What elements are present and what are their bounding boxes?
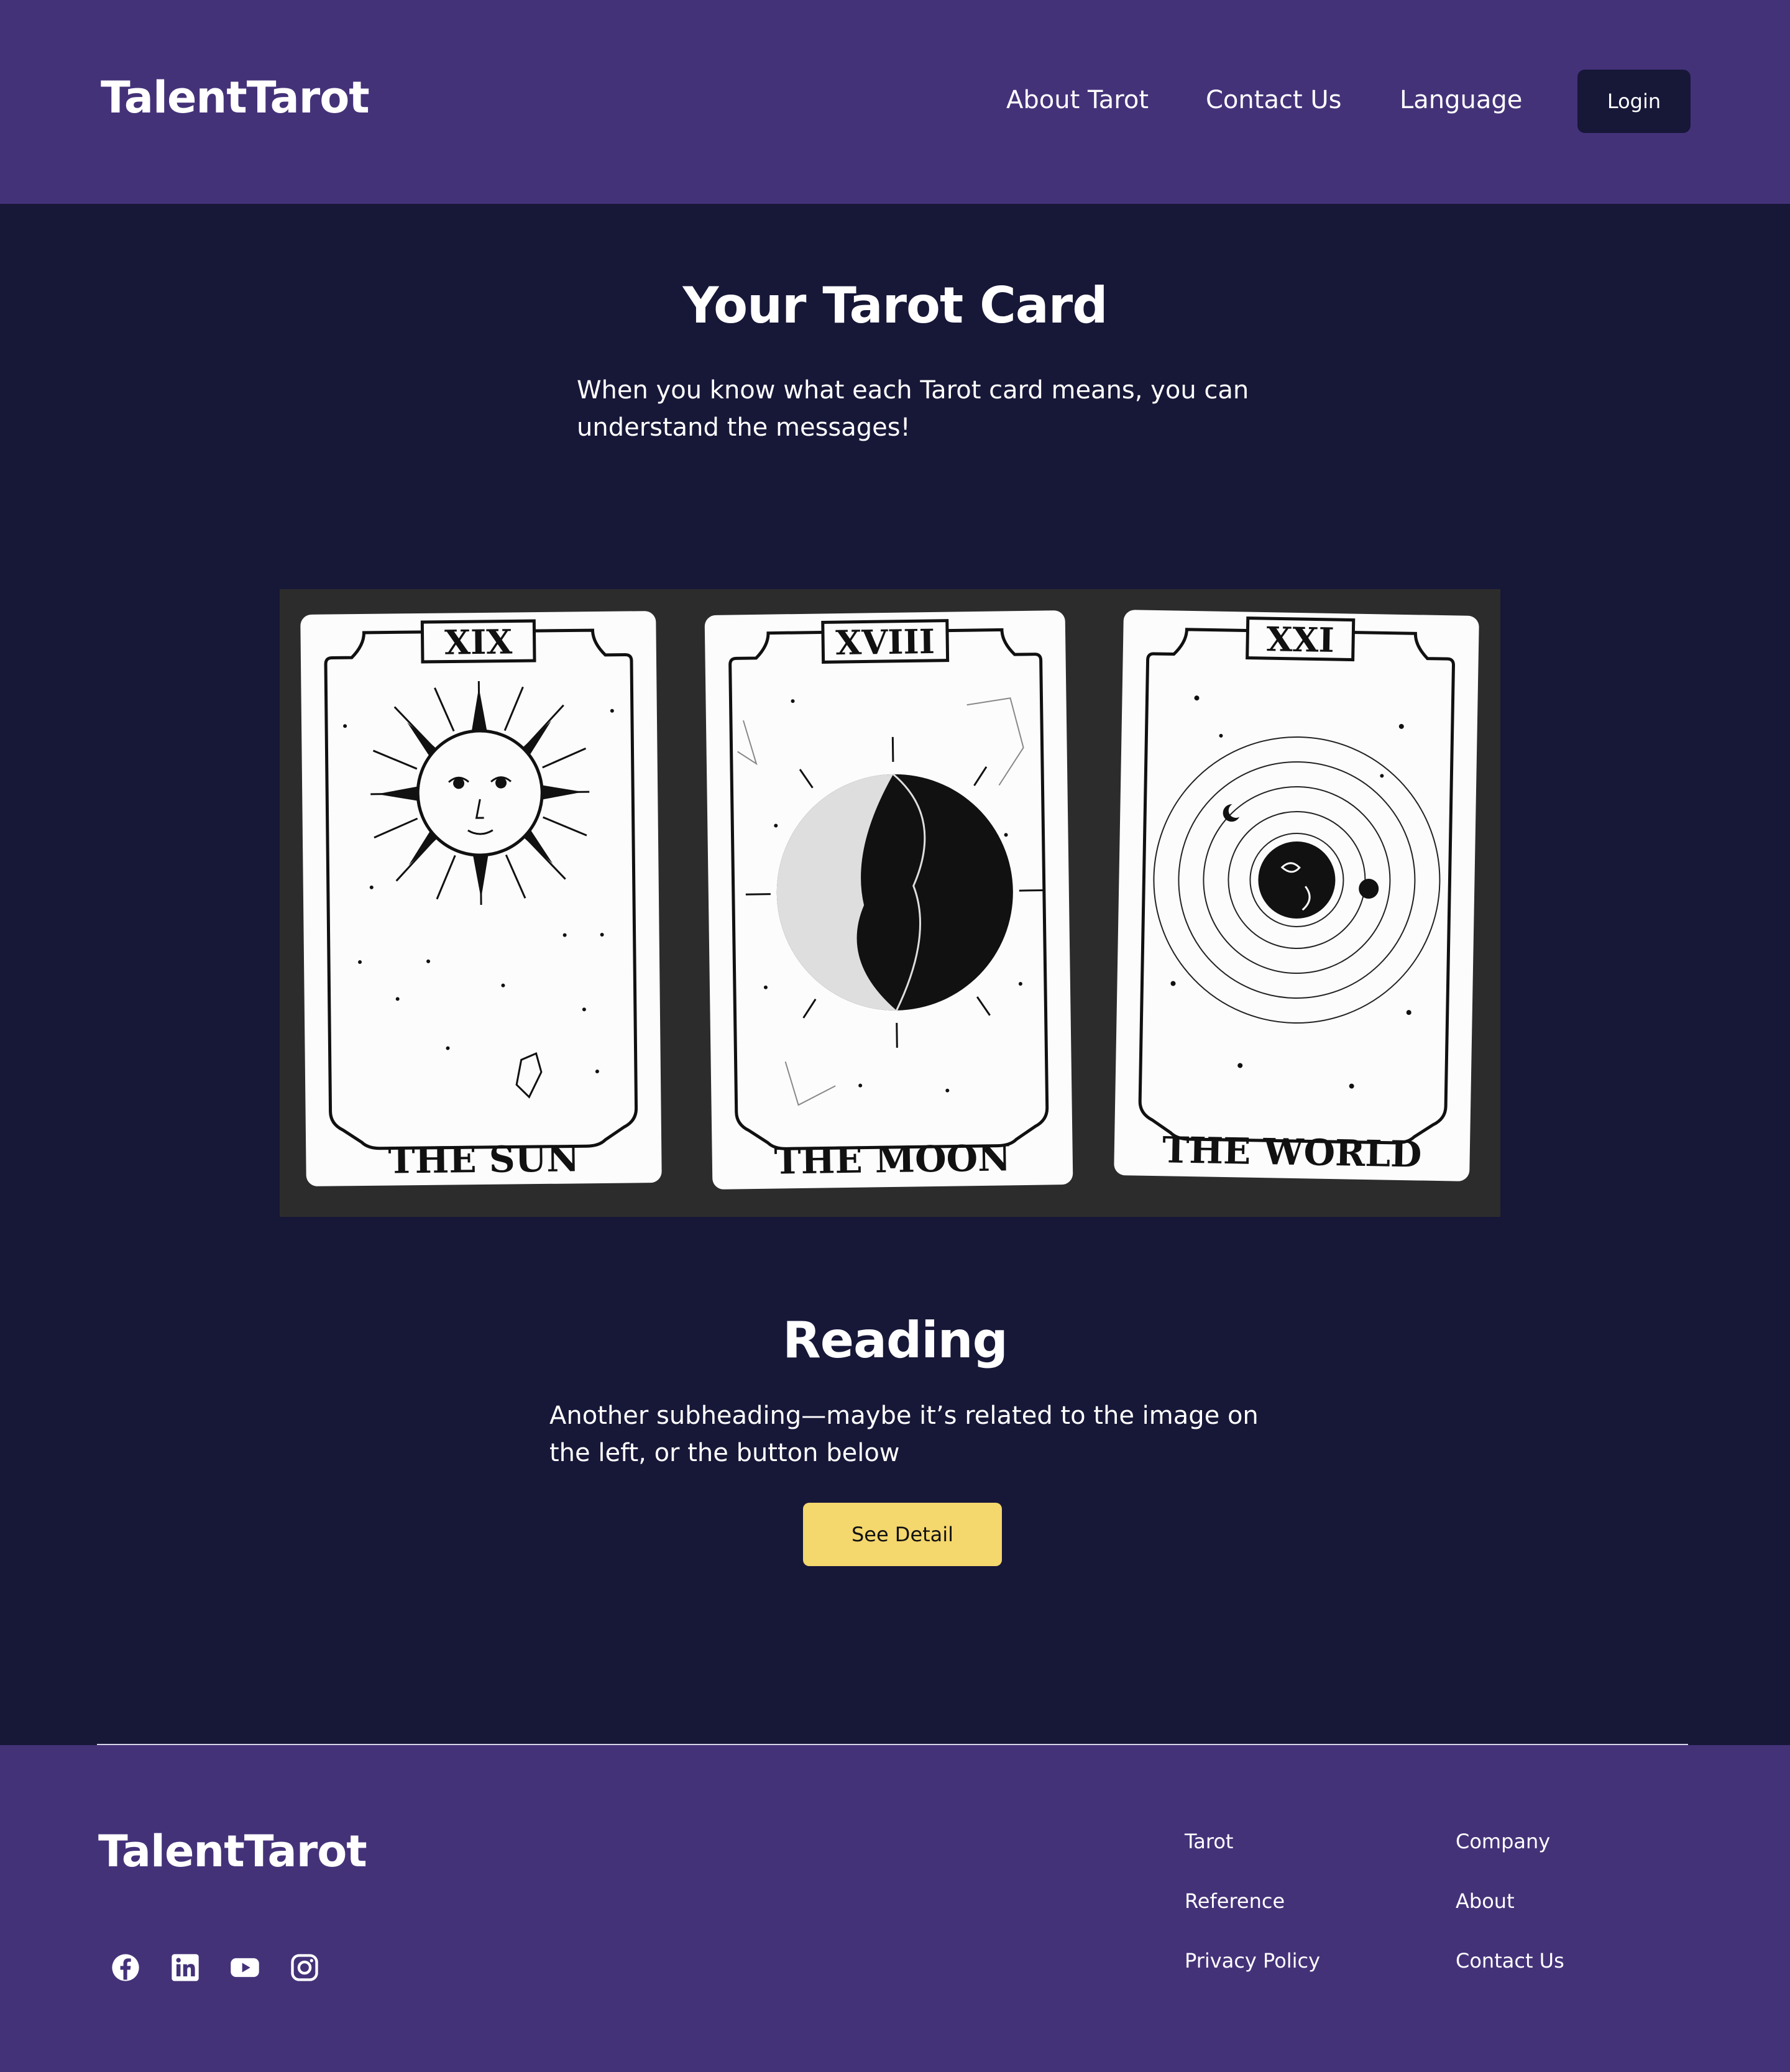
sun-icon: XIX THE SUN bbox=[324, 619, 638, 1182]
site-header: TalentTarot About Tarot Contact Us Langu… bbox=[0, 0, 1790, 204]
card-numeral: XXI bbox=[1266, 619, 1334, 660]
card-numeral: XVIII bbox=[835, 621, 935, 662]
footer-link-contact-us[interactable]: Contact Us bbox=[1456, 1949, 1564, 1973]
linkedin-icon[interactable] bbox=[169, 1951, 201, 1984]
nav-about-tarot[interactable]: About Tarot bbox=[1006, 86, 1149, 114]
footer-link-privacy-policy[interactable]: Privacy Policy bbox=[1185, 1949, 1320, 1973]
card-name: THE MOON bbox=[774, 1137, 1011, 1182]
footer-brand-logo[interactable]: TalentTarot bbox=[98, 1826, 367, 1877]
reading-subtitle: Another subheading—maybe it’s related to… bbox=[549, 1401, 1259, 1467]
instagram-icon[interactable] bbox=[288, 1951, 321, 1984]
card-numeral: XIX bbox=[444, 621, 513, 662]
footer-link-reference[interactable]: Reference bbox=[1185, 1889, 1285, 1913]
login-button[interactable]: Login bbox=[1577, 70, 1691, 133]
tarot-card-moon: XVIII THE MOON bbox=[704, 610, 1073, 1190]
card-name: THE SUN bbox=[388, 1137, 580, 1181]
tarot-card-world: XXI THE WORLD bbox=[1114, 610, 1479, 1181]
brand-logo[interactable]: TalentTarot bbox=[101, 72, 370, 123]
footer-link-tarot[interactable]: Tarot bbox=[1185, 1830, 1233, 1853]
see-detail-button[interactable]: See Detail bbox=[803, 1503, 1002, 1566]
youtube-icon[interactable] bbox=[229, 1951, 261, 1984]
tarot-card-sun: XIX THE SUN bbox=[300, 611, 662, 1186]
nav-language[interactable]: Language bbox=[1400, 86, 1522, 114]
card-name: THE WORLD bbox=[1162, 1129, 1422, 1175]
moon-icon: XVIII THE MOON bbox=[728, 619, 1049, 1183]
world-icon: XXI THE WORLD bbox=[1138, 617, 1456, 1176]
page-title: Your Tarot Card bbox=[682, 277, 1108, 334]
reading-title: Reading bbox=[783, 1311, 1008, 1369]
hero-subtitle: When you know what each Tarot card means… bbox=[577, 376, 1249, 442]
nav-contact-us[interactable]: Contact Us bbox=[1206, 86, 1341, 114]
footer-link-about[interactable]: About bbox=[1456, 1889, 1515, 1913]
tarot-cards-image: XIX THE SUN XVIII THE MOON XXI THE WORLD bbox=[280, 589, 1500, 1217]
footer-link-company[interactable]: Company bbox=[1456, 1830, 1550, 1853]
site-footer: TalentTarot Tarot Reference Privacy Poli… bbox=[0, 1745, 1790, 2072]
facebook-icon[interactable] bbox=[109, 1951, 142, 1984]
